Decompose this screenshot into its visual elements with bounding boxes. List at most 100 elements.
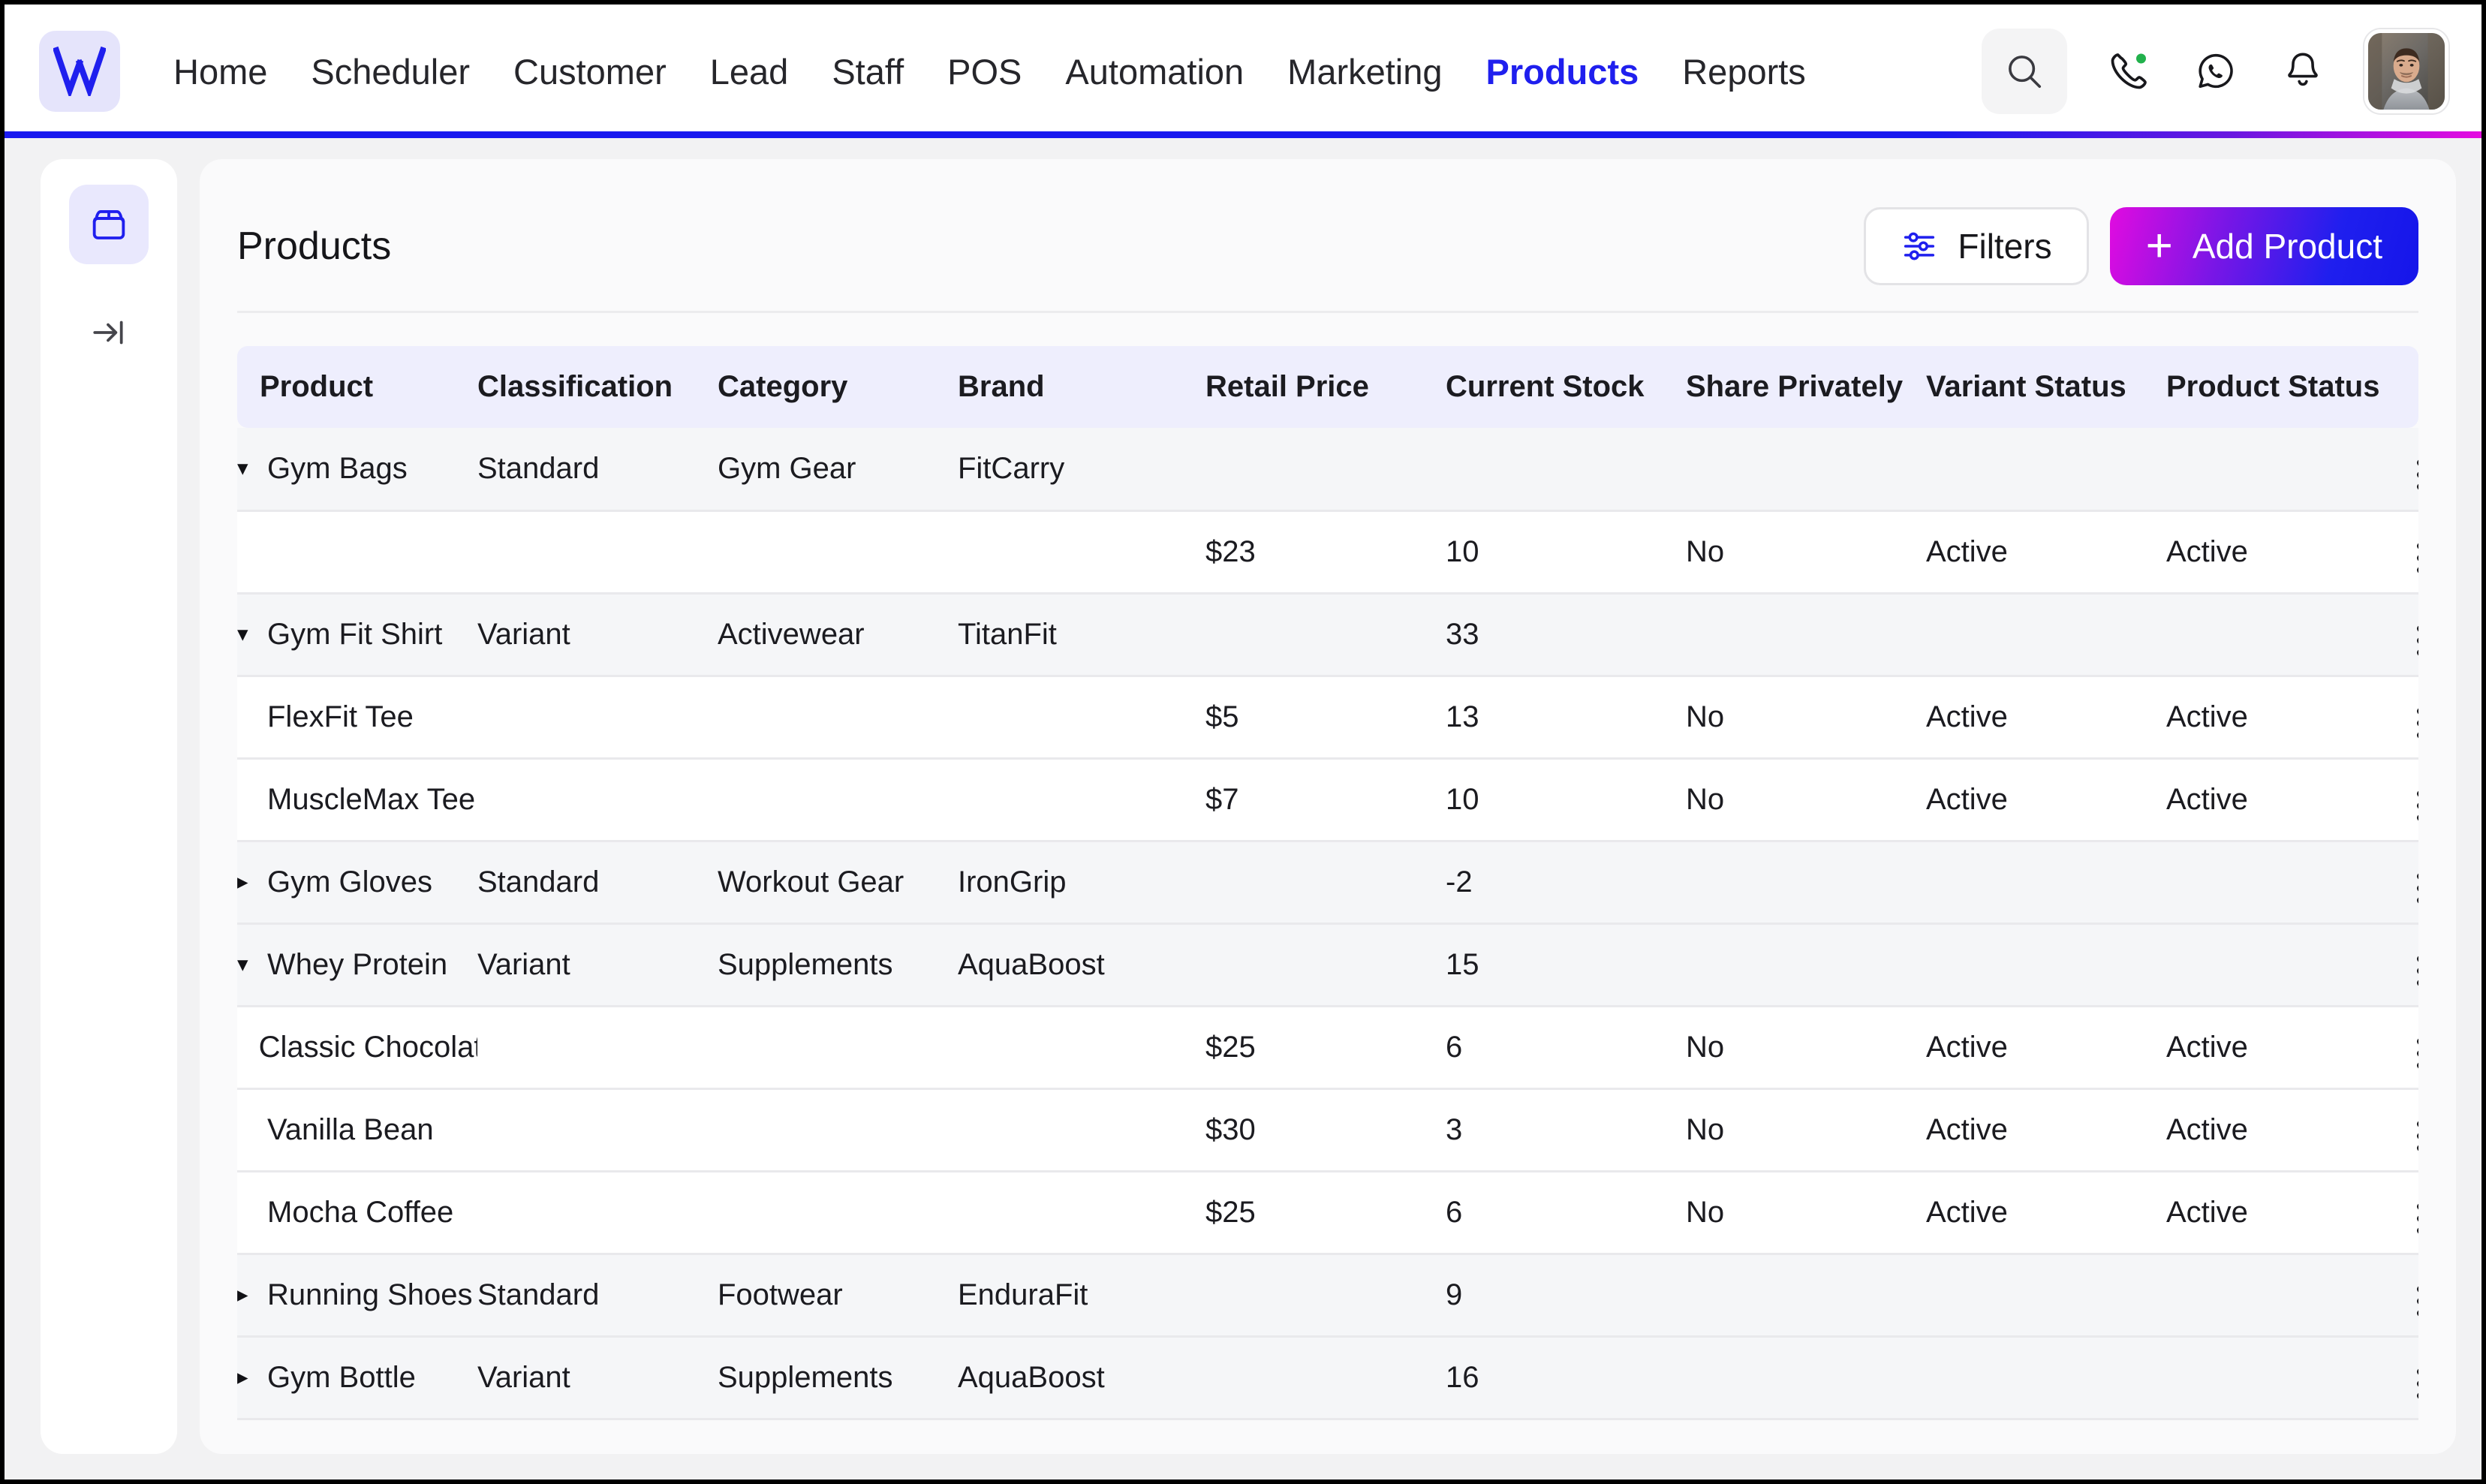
row-collapse-caret-icon[interactable]: ▾	[237, 457, 257, 480]
cell-classification: Standard	[477, 428, 718, 512]
more-vertical-icon[interactable]	[2406, 1196, 2418, 1242]
cell-category: Supplements	[718, 1336, 958, 1420]
table-row[interactable]: ▸ Running Shoes Standard Footwear EnduraFit 9	[237, 1254, 2418, 1338]
cell-category	[718, 1006, 958, 1090]
cell-product-label: Vanilla Bean	[267, 1112, 434, 1146]
cell-retail-price: $7	[1205, 758, 1446, 842]
cell-brand	[958, 1006, 1205, 1090]
cell-product: ▾ Whey Protein	[237, 923, 477, 1007]
cell-classification: Standard	[477, 841, 718, 925]
search-button[interactable]	[1982, 29, 2067, 114]
table-row[interactable]: ▸FlexFit Tee$513NoActiveActive	[237, 676, 2418, 760]
cell-current-stock: 33	[1446, 593, 1686, 677]
products-panel: Products Filters + Add Product Product C…	[200, 159, 2456, 1454]
nav-item-scheduler[interactable]: Scheduler	[289, 51, 492, 92]
table-row[interactable]: ▾ Whey Protein Variant Supplements AquaBoost…	[237, 923, 2418, 1007]
table-row[interactable]: ▸ Gym Bottle Variant Supplements AquaBoost 16	[237, 1336, 2418, 1420]
cell-product: ▾ Gym Fit Shirt	[237, 593, 477, 677]
cell-product: ▸ Running Shoes	[237, 1254, 477, 1338]
col-share-privately[interactable]: Share Privately	[1686, 346, 1926, 428]
cell-row-actions	[2406, 758, 2418, 842]
row-expand-caret-icon[interactable]: ▸	[237, 1366, 257, 1389]
table-row[interactable]: ▸$2310NoActiveActive	[237, 510, 2418, 595]
more-vertical-icon[interactable]	[2406, 1361, 2418, 1407]
col-variant-status[interactable]: Variant Status	[1926, 346, 2166, 428]
table-row[interactable]: ▾ Gym Bags Standard Gym Gear FitCarry	[237, 428, 2418, 512]
cell-retail-price: $23	[1205, 510, 1446, 595]
nav-item-marketing[interactable]: Marketing	[1266, 51, 1464, 92]
cell-product: ▾ Gym Bags	[237, 428, 477, 512]
table-row[interactable]: ▸ Gym Gloves Standard Workout Gear IronGrip -…	[237, 841, 2418, 925]
cell-product-status: Active	[2166, 1006, 2406, 1090]
nav-item-staff[interactable]: Staff	[810, 51, 925, 92]
cell-share-privately: No	[1686, 1088, 1926, 1172]
table-row[interactable]: ▸Classic Chocolate$256NoActiveActive	[237, 1006, 2418, 1090]
table-row[interactable]: ▸MuscleMax Tee$710NoActiveActive	[237, 758, 2418, 842]
nav-item-pos[interactable]: POS	[925, 51, 1043, 92]
nav-item-automation[interactable]: Automation	[1043, 51, 1266, 92]
cell-product-label: Mocha Coffee	[267, 1195, 454, 1229]
cell-variant-status: Active	[1926, 1171, 2166, 1255]
row-expand-caret-icon[interactable]: ▸	[237, 1284, 257, 1306]
col-category[interactable]: Category	[718, 346, 958, 428]
cell-product: ▸Classic Chocolate	[237, 1006, 477, 1090]
table-header-row: Product Classification Category Brand Re…	[237, 346, 2418, 428]
sidebar-item-products[interactable]	[69, 185, 149, 264]
col-retail-price[interactable]: Retail Price	[1205, 346, 1446, 428]
cell-current-stock: 13	[1446, 676, 1686, 760]
more-vertical-icon[interactable]	[2406, 783, 2418, 829]
more-vertical-icon[interactable]	[2406, 865, 2418, 911]
nav-item-customer[interactable]: Customer	[492, 51, 688, 92]
cell-current-stock: 10	[1446, 758, 1686, 842]
sidebar-toggle-button[interactable]	[69, 293, 149, 372]
col-classification[interactable]: Classification	[477, 346, 718, 428]
cell-row-actions	[2406, 593, 2418, 677]
cell-variant-status: Active	[1926, 510, 2166, 595]
cell-retail-price	[1205, 428, 1446, 512]
more-vertical-icon[interactable]	[2406, 1278, 2418, 1324]
cell-row-actions	[2406, 1006, 2418, 1090]
col-product-status[interactable]: Product Status	[2166, 346, 2406, 428]
more-vertical-icon[interactable]	[2406, 618, 2418, 664]
more-vertical-icon[interactable]	[2406, 700, 2418, 746]
cell-share-privately: No	[1686, 676, 1926, 760]
nav-item-reports[interactable]: Reports	[1660, 51, 1828, 92]
more-vertical-icon[interactable]	[2406, 535, 2418, 581]
more-vertical-icon[interactable]	[2406, 948, 2418, 994]
row-collapse-caret-icon[interactable]: ▾	[237, 953, 257, 976]
user-avatar[interactable]	[2364, 29, 2448, 113]
nav-item-products[interactable]: Products	[1464, 51, 1661, 92]
cell-brand: TitanFit	[958, 593, 1205, 677]
more-vertical-icon[interactable]	[2406, 452, 2418, 498]
table-row[interactable]: ▸Mocha Coffee$256NoActiveActive	[237, 1171, 2418, 1255]
cell-classification	[477, 1006, 718, 1090]
more-vertical-icon[interactable]	[2406, 1113, 2418, 1159]
col-brand[interactable]: Brand	[958, 346, 1205, 428]
bell-icon	[2288, 53, 2318, 86]
more-vertical-icon[interactable]	[2406, 1031, 2418, 1076]
nav-item-home[interactable]: Home	[152, 51, 289, 92]
cell-category	[718, 676, 958, 760]
row-expand-caret-icon[interactable]: ▸	[237, 871, 257, 893]
cell-variant-status	[1926, 1336, 2166, 1420]
page-body: Products Filters + Add Product Product C…	[5, 138, 2481, 1479]
table-header: Product Classification Category Brand Re…	[237, 346, 2418, 428]
table-row[interactable]: ▾ Gym Fit Shirt Variant Activewear TitanFit 3…	[237, 593, 2418, 677]
cell-row-actions	[2406, 510, 2418, 595]
add-product-button[interactable]: + Add Product	[2109, 207, 2418, 285]
whatsapp-button[interactable]	[2180, 30, 2252, 113]
cell-product-status: Active	[2166, 676, 2406, 760]
cell-classification: Variant	[477, 923, 718, 1007]
cell-retail-price: $25	[1205, 1171, 1446, 1255]
table-row[interactable]: ▸Vanilla Bean$303NoActiveActive	[237, 1088, 2418, 1172]
app-logo[interactable]	[39, 31, 120, 112]
notifications-button[interactable]	[2267, 30, 2339, 113]
filters-button[interactable]: Filters	[1864, 207, 2089, 285]
nav-item-lead[interactable]: Lead	[688, 51, 811, 92]
col-current-stock[interactable]: Current Stock	[1446, 346, 1686, 428]
filters-button-label: Filters	[1958, 227, 2052, 266]
col-product[interactable]: Product	[237, 346, 477, 428]
call-button[interactable]	[2093, 30, 2165, 113]
row-collapse-caret-icon[interactable]: ▾	[237, 623, 257, 646]
left-sidebar	[41, 159, 177, 1454]
